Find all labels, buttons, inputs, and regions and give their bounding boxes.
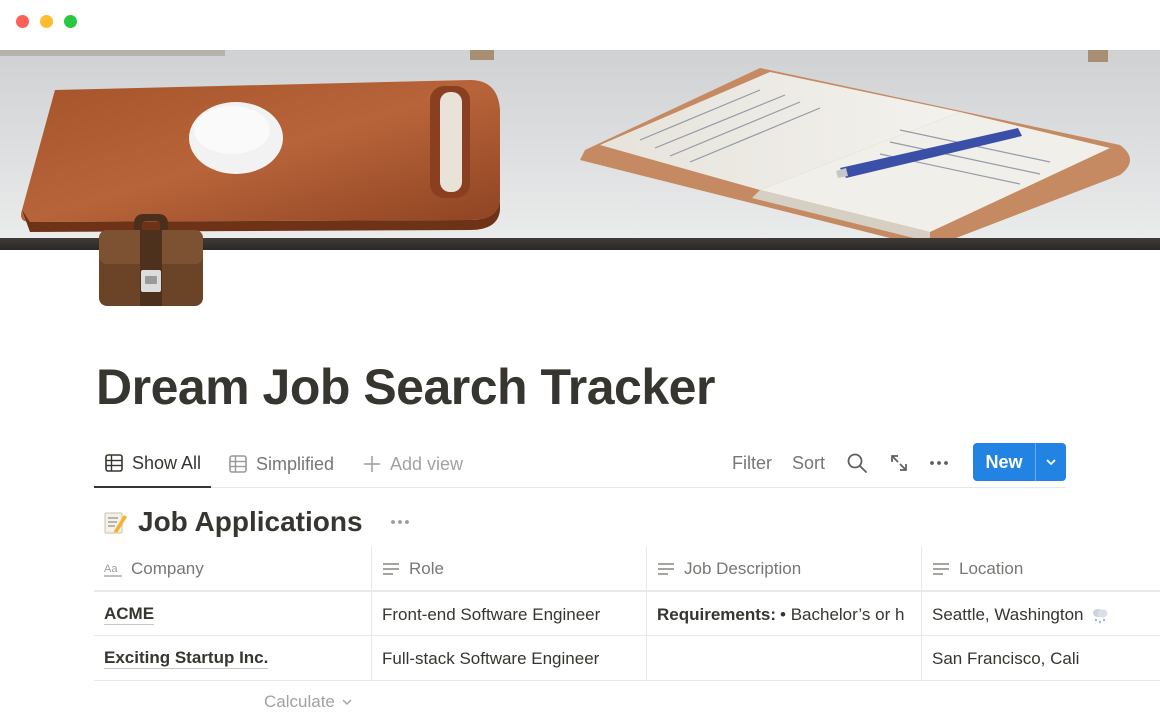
description-text: • Bachelor’s or h <box>780 604 905 624</box>
database-views-bar: Show All Simplified Add view Filter Sort… <box>94 440 1066 488</box>
column-header-job-description[interactable]: Job Description <box>647 546 922 591</box>
snow-cloud-icon <box>1092 608 1108 623</box>
new-dropdown-button[interactable] <box>1035 443 1066 481</box>
add-view-label: Add view <box>390 453 464 474</box>
table-header-row: Aa Company Role Job Description Location <box>94 546 1160 591</box>
column-label: Company <box>131 558 204 578</box>
location-cell[interactable]: Seattle, Washington <box>922 592 1160 637</box>
text-property-icon <box>383 562 399 575</box>
tab-label: Show All <box>132 452 202 473</box>
company-cell[interactable]: Exciting Startup Inc. <box>94 636 372 681</box>
role-cell[interactable]: Front-end Software Engineer <box>372 592 647 637</box>
role-cell[interactable]: Full-stack Software Engineer <box>372 636 647 681</box>
job-description-cell[interactable] <box>647 636 922 681</box>
table-row[interactable]: Exciting Startup Inc. Full-stack Softwar… <box>94 636 1160 681</box>
company-name[interactable]: ACME <box>104 604 155 625</box>
briefcase-icon[interactable] <box>96 210 206 310</box>
zoom-window-button[interactable] <box>64 15 77 28</box>
search-icon[interactable] <box>846 452 868 474</box>
location-text: Seattle, Washington <box>932 604 1084 624</box>
tab-show-all[interactable]: Show All <box>94 440 212 488</box>
database-title-row: Job Applications <box>102 506 411 538</box>
location-cell[interactable]: San Francisco, Cali <box>922 636 1160 681</box>
chevron-down-icon <box>342 699 352 705</box>
role-text: Full-stack Software Engineer <box>382 648 600 668</box>
add-view-button[interactable]: Add view <box>352 440 473 488</box>
close-window-button[interactable] <box>16 15 29 28</box>
calculate-button[interactable]: Calculate <box>264 692 353 712</box>
column-label: Location <box>959 558 1024 578</box>
new-button-label[interactable]: New <box>973 443 1035 481</box>
calculate-label: Calculate <box>264 692 335 711</box>
sort-button[interactable]: Sort <box>792 453 825 474</box>
table-row[interactable]: ACME Front-end Software Engineer Require… <box>94 591 1160 637</box>
page-title[interactable]: Dream Job Search Tracker <box>96 358 715 416</box>
more-options-icon[interactable] <box>389 511 411 533</box>
column-header-location[interactable]: Location <box>922 546 1160 591</box>
role-text: Front-end Software Engineer <box>382 604 601 624</box>
expand-icon[interactable] <box>888 452 910 474</box>
description-bold-text: Requirements: <box>657 604 777 624</box>
more-options-icon[interactable] <box>928 452 950 474</box>
text-property-icon <box>658 562 674 575</box>
job-applications-table: Aa Company Role Job Description Location… <box>94 546 1160 681</box>
memo-icon <box>104 512 127 534</box>
table-icon <box>229 455 247 473</box>
column-header-role[interactable]: Role <box>372 546 647 591</box>
company-name[interactable]: Exciting Startup Inc. <box>104 648 269 669</box>
database-title[interactable]: Job Applications <box>138 506 363 538</box>
company-cell[interactable]: ACME <box>94 592 372 637</box>
text-property-icon <box>933 562 949 575</box>
location-text: San Francisco, Cali <box>932 648 1080 668</box>
job-description-cell[interactable]: Requirements: • Bachelor’s or h <box>647 592 922 637</box>
new-button[interactable]: New <box>973 443 1066 481</box>
svg-text:Aa: Aa <box>104 563 118 575</box>
tab-simplified[interactable]: Simplified <box>218 440 344 488</box>
column-label: Job Description <box>684 558 802 578</box>
column-label: Role <box>409 558 444 578</box>
window-titlebar <box>0 0 1160 50</box>
plus-icon <box>364 456 380 472</box>
filter-button[interactable]: Filter <box>732 453 772 474</box>
minimize-window-button[interactable] <box>40 15 53 28</box>
chevron-down-icon <box>1046 459 1056 466</box>
tab-label: Simplified <box>256 453 335 474</box>
title-property-icon: Aa <box>104 563 122 577</box>
column-header-company[interactable]: Aa Company <box>94 546 372 591</box>
table-icon <box>105 454 123 472</box>
